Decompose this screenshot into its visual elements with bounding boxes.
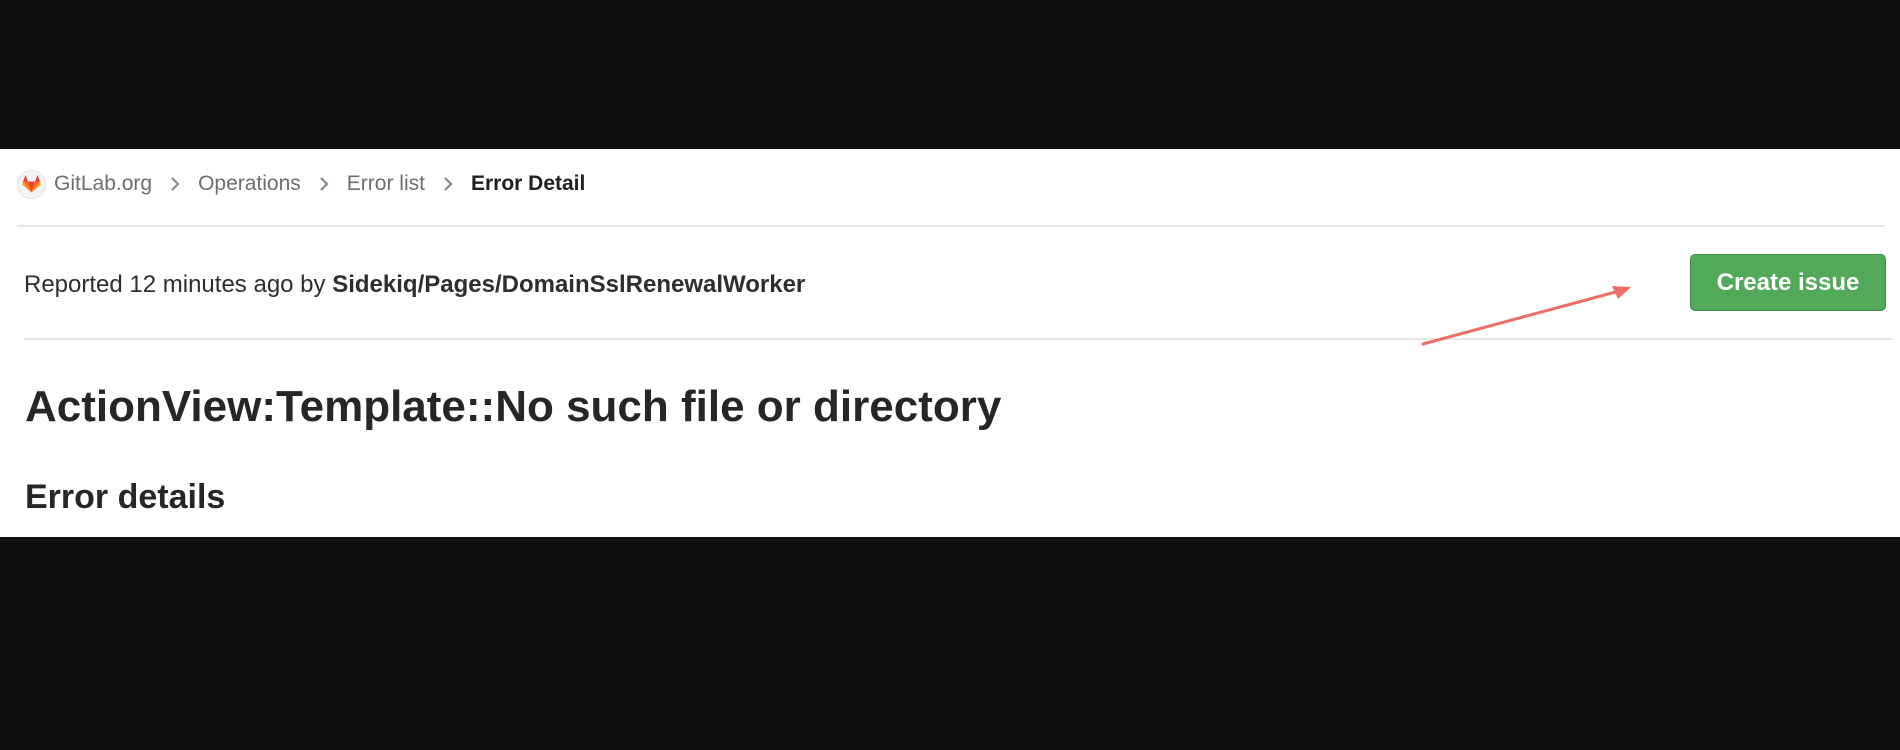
chevron-right-icon <box>152 174 198 194</box>
breadcrumb: GitLab.org Operations Error list Error D… <box>17 168 585 200</box>
gitlab-tanuki-icon <box>17 169 46 199</box>
error-details-heading: Error details <box>25 478 226 516</box>
letterbox-top <box>0 0 1900 149</box>
error-title: ActionView:Template::No such file or dir… <box>25 382 1002 431</box>
chevron-right-icon <box>301 174 347 194</box>
breadcrumb-item-gitlab-org[interactable]: GitLab.org <box>54 172 152 196</box>
breadcrumb-item-error-list[interactable]: Error list <box>347 172 425 196</box>
create-issue-button[interactable]: Create issue <box>1690 254 1886 311</box>
reported-by-worker: Sidekiq/Pages/DomainSslRenewalWorker <box>332 271 806 298</box>
annotation-arrow-icon <box>1421 286 1631 346</box>
breadcrumb-item-operations[interactable]: Operations <box>198 172 301 196</box>
reported-prefix: Reported 12 minutes ago by <box>24 271 326 298</box>
breadcrumb-item-error-detail: Error Detail <box>470 172 586 195</box>
breadcrumb-divider <box>17 225 1885 227</box>
letterbox-bottom <box>0 537 1900 750</box>
error-detail-panel: GitLab.org Operations Error list Error D… <box>0 149 1900 537</box>
chevron-right-icon <box>425 174 471 194</box>
reported-info: Reported 12 minutes ago by Sidekiq/Pages… <box>24 271 805 299</box>
